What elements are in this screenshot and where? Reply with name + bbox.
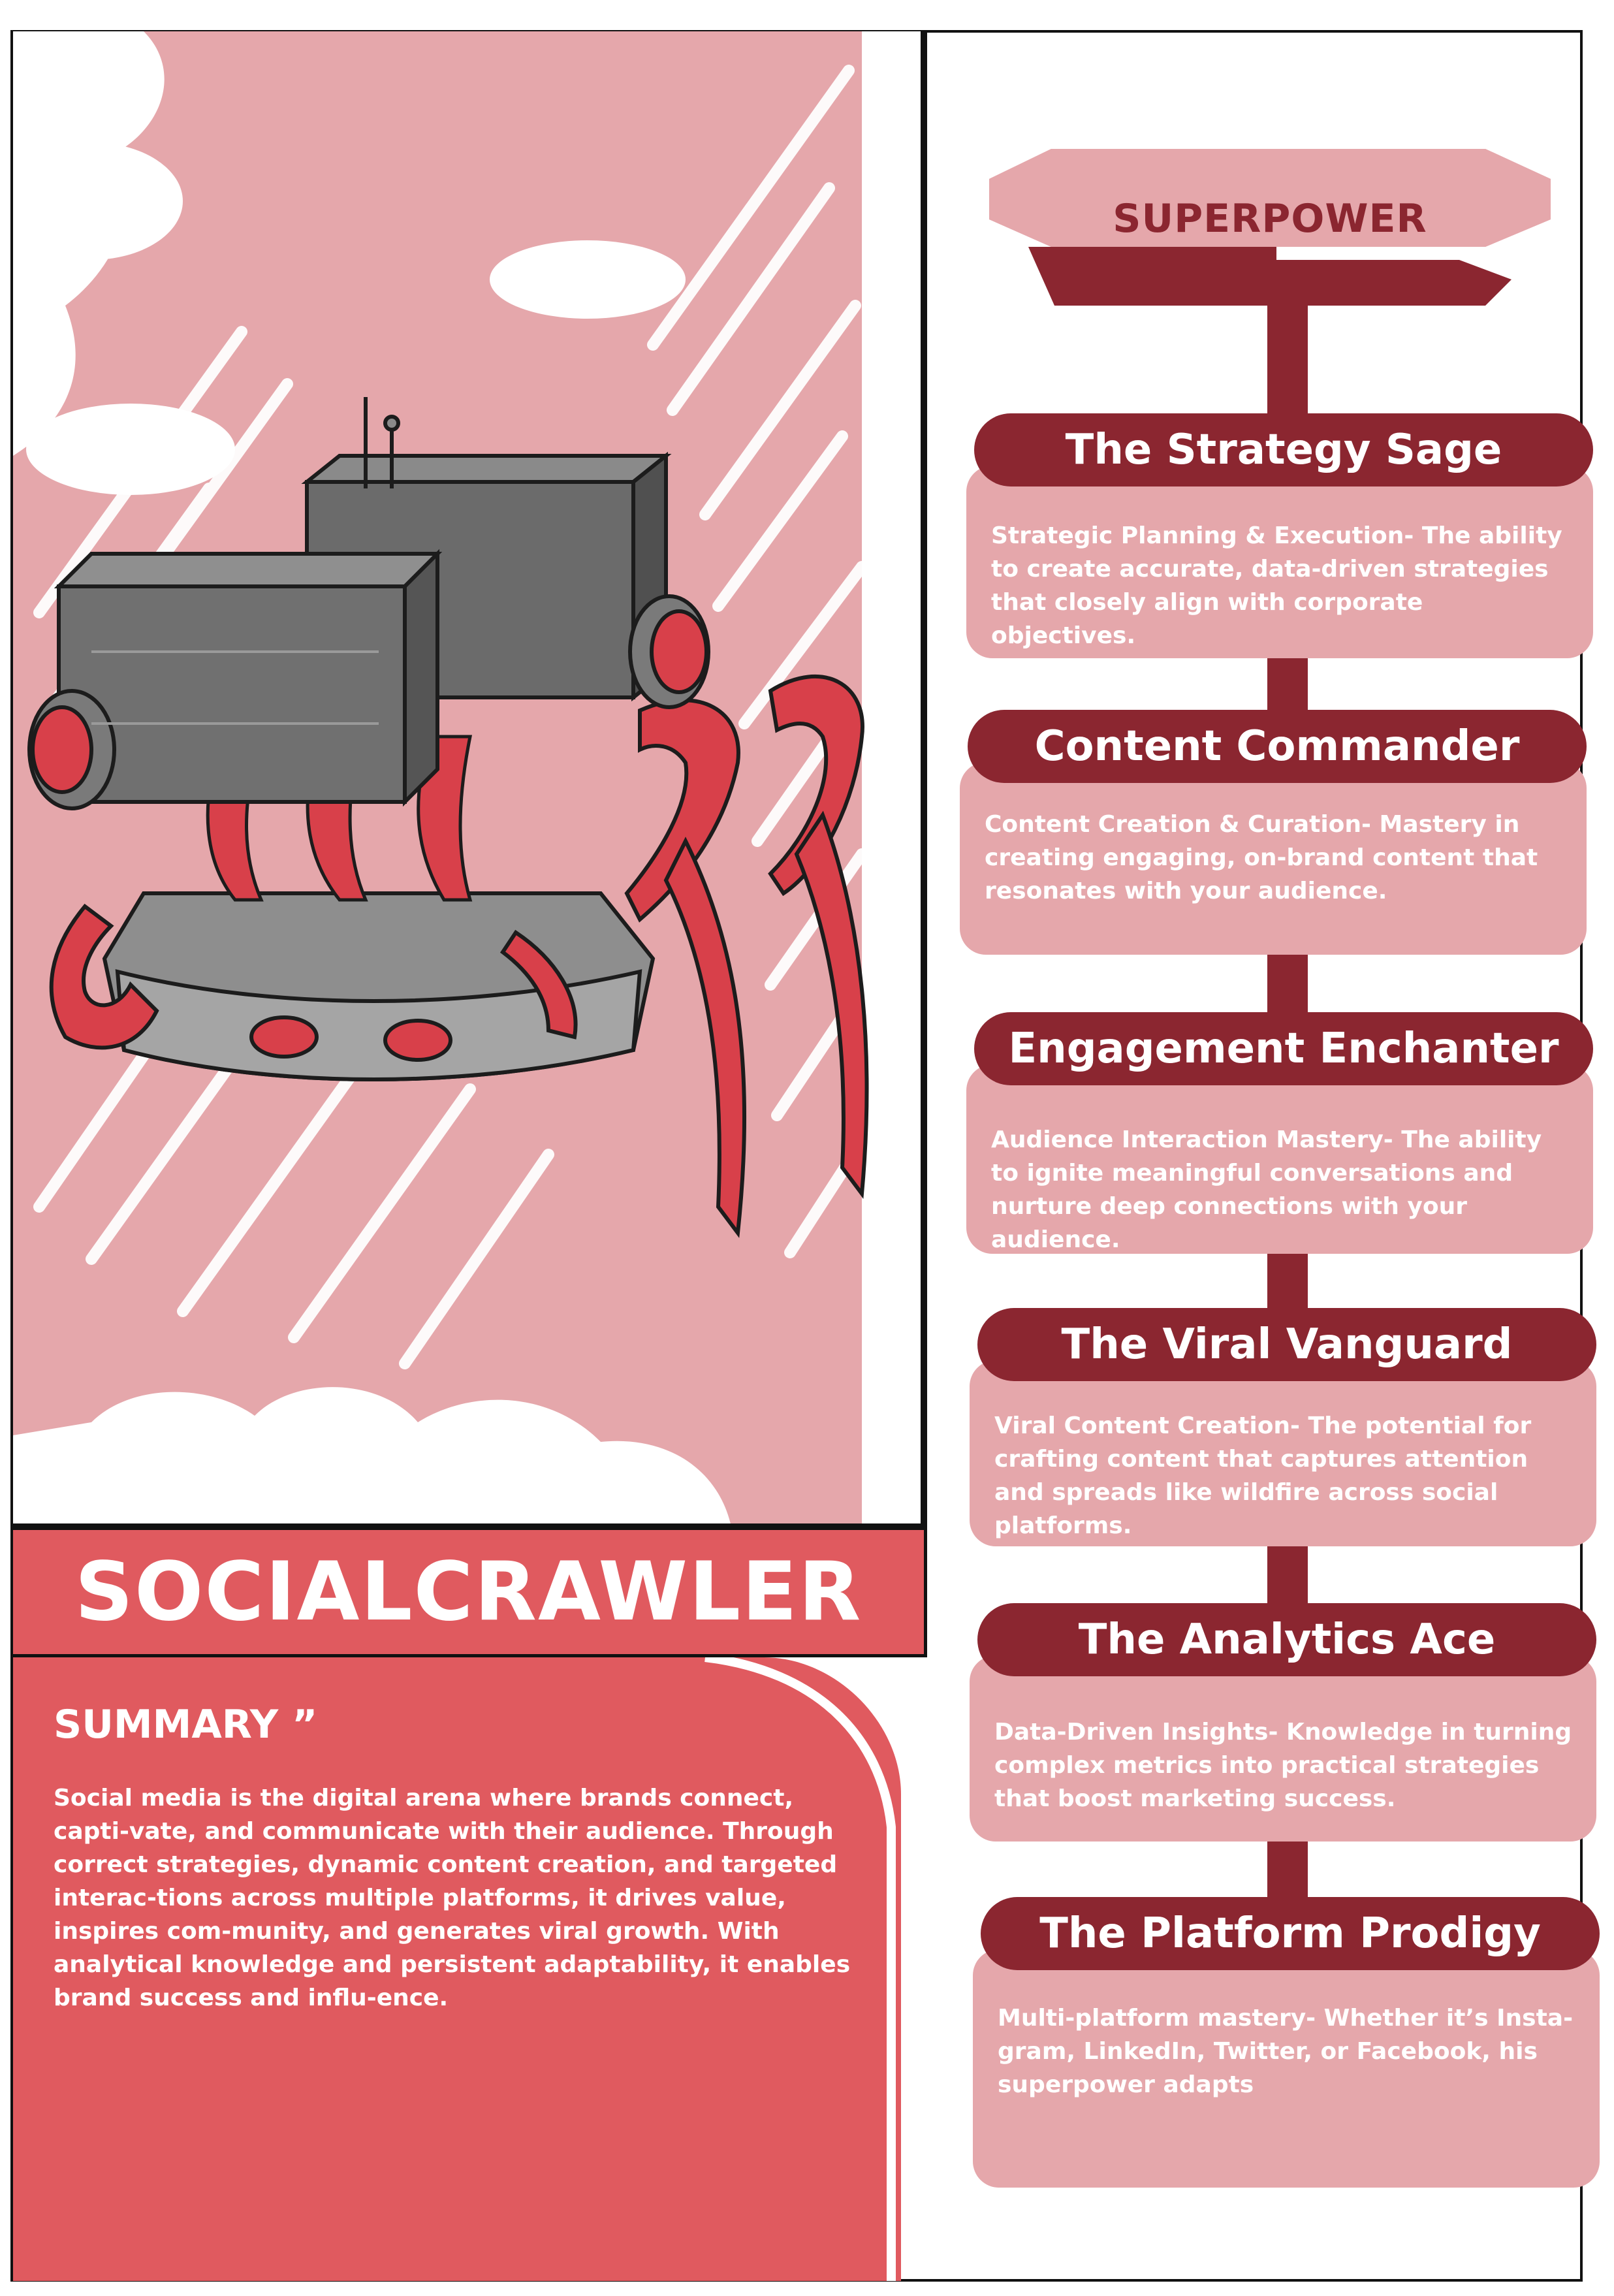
card-header: Content Commander <box>968 710 1587 783</box>
character-name: SOCIALCRAWLER <box>74 1545 862 1639</box>
card-header: Engagement Enchanter <box>974 1012 1593 1085</box>
card-title: The Analytics Ace <box>1078 1616 1496 1664</box>
card-header: The Analytics Ace <box>977 1603 1596 1676</box>
card-title: The Strategy Sage <box>1065 426 1502 474</box>
summary-title: SUMMARY ” <box>54 1702 318 1747</box>
card-title: Engagement Enchanter <box>1008 1025 1559 1073</box>
character-name-banner: SOCIALCRAWLER <box>13 1527 924 1657</box>
illustration-panel <box>13 31 924 1527</box>
summary-text: Social media is the digital arena where … <box>54 1785 851 2011</box>
card-description: Multi-platform mastery- Whether it’s Ins… <box>998 2005 1574 2098</box>
card-title: The Viral Vanguard <box>1061 1320 1513 1369</box>
card-description: Viral Content Creation- The potential fo… <box>994 1412 1532 1539</box>
card-description: Strategic Planning & Execution- The abil… <box>991 522 1562 649</box>
superpower-label: SUPERPOWER <box>1113 196 1427 242</box>
card-description: Content Creation & Curation- Mastery in … <box>985 811 1538 904</box>
summary-section: SUMMARY ” Social media is the digital ar… <box>13 1657 914 2281</box>
card-title: The Platform Prodigy <box>1039 1909 1541 1958</box>
socialcrawler-illustration <box>13 31 921 1523</box>
card-description: Data-Driven Insights- Knowledge in turni… <box>994 1719 1572 1812</box>
card-header: The Viral Vanguard <box>977 1308 1596 1381</box>
card-header: The Strategy Sage <box>974 413 1593 486</box>
card-description: Audience Interaction Mastery- The abilit… <box>991 1126 1542 1253</box>
card-title: Content Commander <box>1034 722 1520 771</box>
panel-divider <box>924 31 927 1657</box>
card-header: The Platform Prodigy <box>981 1897 1600 1970</box>
